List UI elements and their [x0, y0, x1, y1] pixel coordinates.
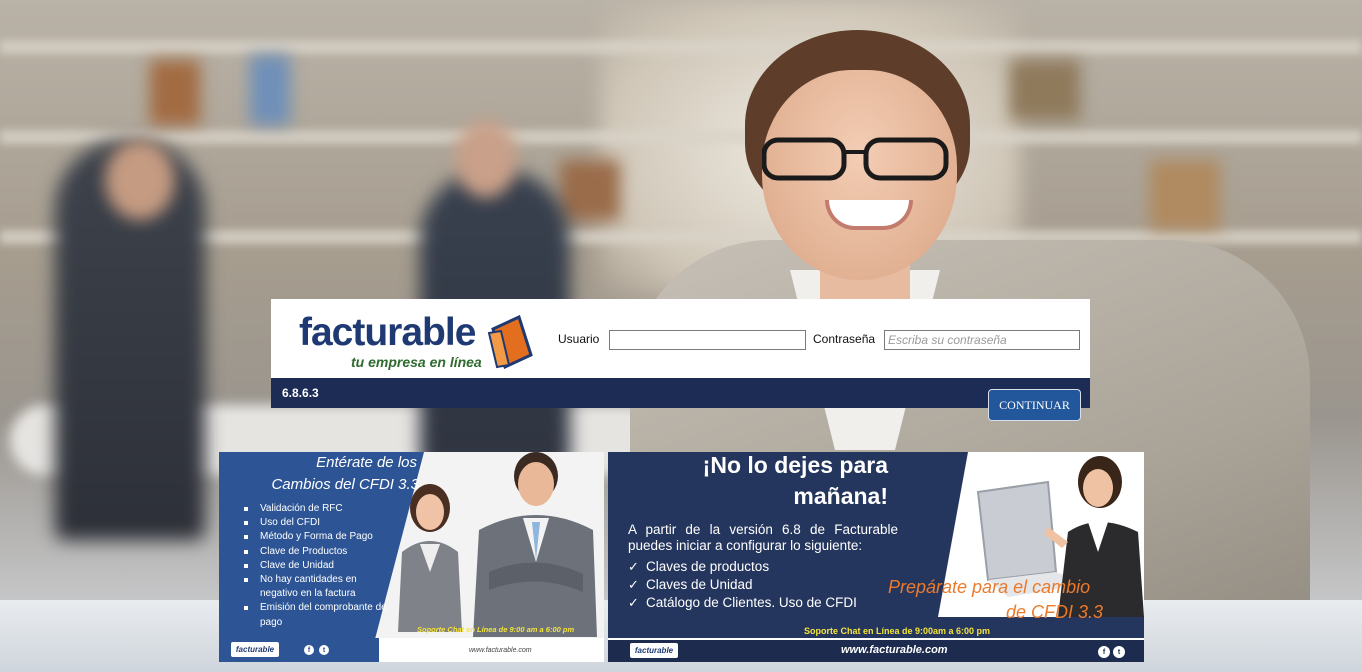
list-item: Claves de productos: [628, 558, 857, 576]
logo-tagline: tu empresa en línea: [351, 354, 482, 370]
bg-person-head: [455, 120, 517, 198]
document-icon: [487, 315, 533, 369]
usuario-label: Usuario: [558, 332, 600, 346]
list-item: No hay cantidades en negativo en la fact…: [244, 573, 394, 601]
list-item: Método y Forma de Pago: [244, 530, 394, 544]
banner-title: Entérate de los: [316, 454, 417, 471]
list-item: Clave de Productos: [244, 545, 394, 559]
version-number: 6.8.6.3: [282, 386, 319, 400]
list-item: Emisión del comprobante de pago: [244, 601, 394, 629]
cfdi-changes-list: Validación de RFC Uso del CFDI Método y …: [244, 502, 394, 630]
prepare-text: de CFDI 3.3: [1006, 602, 1104, 622]
password-label: Contraseña: [813, 332, 876, 346]
twitter-icon[interactable]: t: [319, 645, 329, 655]
config-list: Claves de productos Claves de Unidad Cat…: [628, 558, 857, 612]
mini-logo: facturable: [231, 642, 279, 657]
prepare-text: Prepárate para el cambio: [888, 577, 1091, 597]
version-bar: 6.8.6.3: [271, 378, 1090, 408]
list-item: Clave de Unidad: [244, 559, 394, 573]
login-panel: facturable tu empresa en línea Usuario C…: [271, 299, 1090, 421]
banner-paragraph: A partir de la versión 6.8 de Facturable…: [628, 522, 898, 553]
banner-title: ¡No lo dejes para: [702, 452, 888, 478]
banner-title: mañana!: [793, 483, 888, 509]
bg-shelf: [0, 40, 1362, 54]
support-hours: Soporte Chat en Línea de 9:00 am a 6:00 …: [417, 625, 575, 634]
banner-footer-blue: facturable f t: [219, 638, 379, 662]
list-item: Claves de Unidad: [628, 576, 857, 594]
bg-book: [560, 160, 620, 220]
list-item: Validación de RFC: [244, 502, 394, 516]
website-link: www.facturable.com: [841, 644, 948, 656]
facturable-logo: facturable tu empresa en línea: [299, 309, 539, 373]
list-item: Catálogo de Clientes. Uso de CFDI: [628, 594, 857, 612]
twitter-icon[interactable]: t: [1113, 646, 1125, 658]
facebook-icon[interactable]: f: [1098, 646, 1110, 658]
bg-book: [1010, 60, 1080, 120]
bg-book: [150, 60, 200, 125]
support-hours: Soporte Chat en Línea de 9:00am a 6:00 p…: [804, 626, 991, 636]
businessman-illustration: [473, 452, 597, 637]
bg-book: [250, 55, 290, 125]
banner-title: Cambios del CFDI 3.3: [271, 476, 419, 493]
bg-shelf: [0, 130, 1362, 144]
glasses-icon: [762, 137, 949, 181]
facebook-icon[interactable]: f: [304, 645, 314, 655]
banner-footer: facturable www.facturable.com f t: [608, 640, 1144, 662]
logo-wordmark: facturable: [299, 311, 476, 354]
mini-logo: facturable: [630, 643, 678, 658]
continue-button[interactable]: CONTINUAR: [988, 389, 1081, 421]
website-link: www.facturable.com: [469, 647, 532, 654]
usuario-input[interactable]: [609, 330, 806, 350]
bg-book: [1150, 160, 1220, 230]
list-item: Uso del CFDI: [244, 516, 394, 530]
password-input[interactable]: [884, 330, 1080, 350]
cfdi-changes-banner[interactable]: Entérate de los Cambios del CFDI 3.3 Val…: [219, 452, 604, 662]
cfdi-prepare-banner[interactable]: ¡No lo dejes para mañana! A partir de la…: [608, 452, 1144, 662]
bg-person-head: [105, 140, 175, 220]
